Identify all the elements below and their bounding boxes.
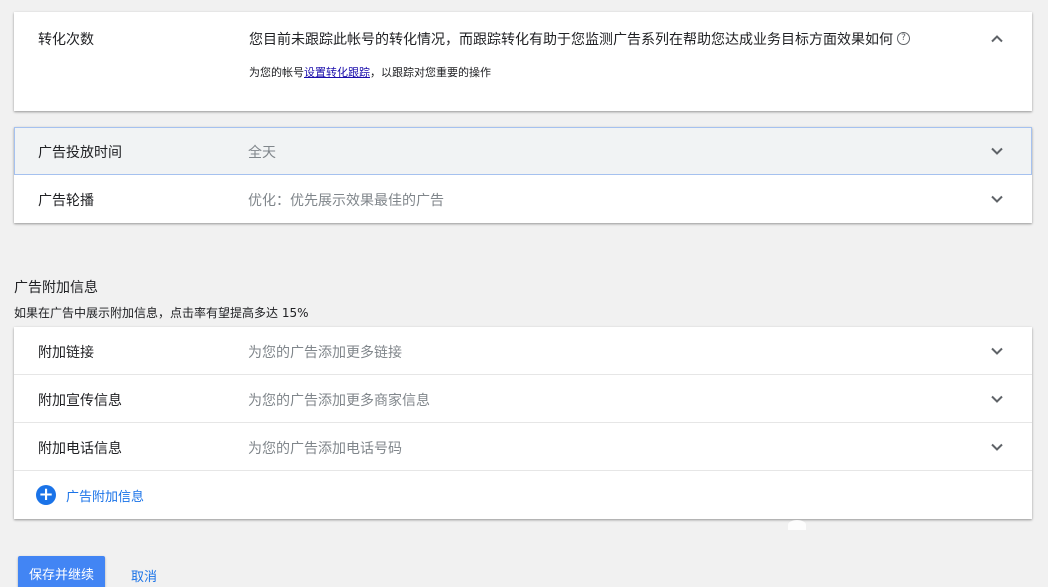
campaign-settings-page: 转化次数 您目前未跟踪此帐号的转化情况，而跟踪转化有助于您监测广告系列在帮助您达… [0,0,1048,587]
row-value: 优化：优先展示效果最佳的广告 [248,193,444,209]
row-ad-rotation[interactable]: 广告轮播 优化：优先展示效果最佳的广告 [14,175,1032,223]
extensions-section-subtitle: 如果在广告中展示附加信息，点击率有望提高多达 15% [14,306,309,320]
help-icon[interactable]: ? [897,32,910,45]
chevron-down-icon[interactable] [990,192,1004,206]
row-value: 为您的广告添加更多链接 [248,345,402,361]
chevron-down-icon[interactable] [990,440,1004,454]
conversion-sub-prefix: 为您的帐号 [249,66,304,79]
cancel-button[interactable]: 取消 [131,566,157,585]
row-ad-schedule[interactable]: 广告投放时间 全天 [14,127,1032,175]
add-extension-button[interactable]: + 广告附加信息 [36,485,144,505]
row-value: 为您的广告添加电话号码 [248,441,402,457]
row-callout-extension[interactable]: 附加宣传信息 为您的广告添加更多商家信息 [14,375,1032,423]
chevron-down-icon[interactable] [990,344,1004,358]
row-sitelink-extension[interactable]: 附加链接 为您的广告添加更多链接 [14,327,1032,375]
row-label: 附加宣传信息 [38,393,122,409]
setup-conversion-tracking-link[interactable]: 设置转化跟踪 [304,66,370,79]
chevron-up-icon[interactable] [990,32,1004,46]
watermark-decoration [788,520,806,530]
conversion-message-text: 您目前未跟踪此帐号的转化情况，而跟踪转化有助于您监测广告系列在帮助您达成业务目标… [249,32,893,48]
extensions-section-title: 广告附加信息 [14,280,98,296]
conversion-card: 转化次数 您目前未跟踪此帐号的转化情况，而跟踪转化有助于您监测广告系列在帮助您达… [14,12,1032,111]
row-value: 为您的广告添加更多商家信息 [248,393,430,409]
row-label: 广告轮播 [38,193,94,209]
conversion-subtext: 为您的帐号设置转化跟踪，以跟踪对您重要的操作 [249,64,491,80]
row-label: 广告投放时间 [38,145,122,161]
conversion-sub-suffix: ，以跟踪对您重要的操作 [370,66,491,79]
conversion-title: 转化次数 [38,32,94,48]
conversion-message: 您目前未跟踪此帐号的转化情况，而跟踪转化有助于您监测广告系列在帮助您达成业务目标… [249,29,910,49]
row-value: 全天 [248,145,276,161]
add-extension-row: + 广告附加信息 [14,471,1032,519]
add-extension-label: 广告附加信息 [66,489,145,505]
row-label: 附加链接 [38,345,94,361]
ad-schedule-card: 广告投放时间 全天 广告轮播 优化：优先展示效果最佳的广告 [14,127,1032,223]
plus-circle-icon: + [36,485,56,505]
row-label: 附加电话信息 [38,441,122,457]
row-call-extension[interactable]: 附加电话信息 为您的广告添加电话号码 [14,423,1032,471]
save-and-continue-button[interactable]: 保存并继续 [18,556,105,587]
chevron-down-icon[interactable] [990,392,1004,406]
ad-extensions-card: 附加链接 为您的广告添加更多链接 附加宣传信息 为您的广告添加更多商家信息 附加… [14,327,1032,519]
chevron-down-icon[interactable] [990,144,1004,158]
